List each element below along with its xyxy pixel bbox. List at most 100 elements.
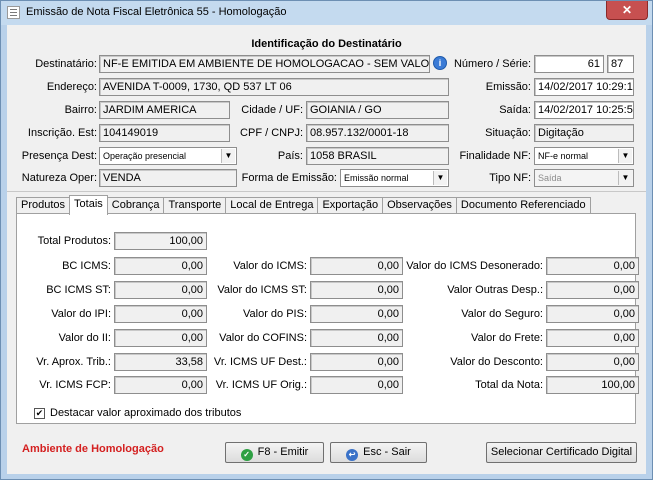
tab-transporte[interactable]: Transporte [163,197,227,214]
valor-icms-label: Valor do ICMS: [233,260,307,272]
tab-cobranca[interactable]: Cobrança [106,197,165,214]
emitir-button[interactable]: ✓ F8 - Emitir [225,442,324,463]
tab-local-entrega[interactable]: Local de Entrega [225,197,319,214]
valor-pis-label: Valor do PIS: [243,308,307,320]
valor-seguro-field[interactable]: 0,00 [546,305,639,323]
tipo-nf-label: Tipo NF: [489,172,531,184]
situacao-label: Situação: [485,127,531,139]
valor-pis-field[interactable]: 0,00 [310,305,403,323]
tipo-nf-value: Saída [538,173,562,183]
vr-icms-fcp-label: Vr. ICMS FCP: [39,379,111,391]
vr-icms-uf-dest-field[interactable]: 0,00 [310,353,403,371]
valor-seguro-label: Valor do Seguro: [461,308,543,320]
total-produtos-field[interactable]: 100,00 [114,232,207,250]
valor-desconto-label: Valor do Desconto: [450,356,543,368]
tab-strip: Produtos Totais Cobrança Transporte Loca… [16,195,591,215]
sair-button[interactable]: ↩ Esc - Sair [330,442,427,463]
chevron-down-icon[interactable]: ▼ [618,171,632,185]
vr-aprox-trib-label: Vr. Aprox. Trib.: [36,356,111,368]
inscricao-field[interactable]: 104149019 [99,124,230,142]
numero-field[interactable]: 61 [534,55,604,73]
vr-aprox-trib-field[interactable]: 33,58 [114,353,207,371]
title-bar[interactable]: Emissão de Nota Fiscal Eletrônica 55 - H… [1,1,652,25]
situacao-field[interactable]: Digitação [534,124,634,142]
destacar-checkbox[interactable]: ✔ [34,408,45,419]
chevron-down-icon[interactable]: ▼ [221,149,235,163]
app-document-icon [7,6,20,19]
tab-totais[interactable]: Totais [69,195,108,215]
vr-icms-uf-orig-field[interactable]: 0,00 [310,376,403,394]
info-icon[interactable]: i [433,56,447,70]
chevron-down-icon[interactable]: ▼ [618,149,632,163]
saida-field[interactable]: 14/02/2017 10:25:53 [534,101,634,119]
close-button[interactable]: ✕ [606,1,648,20]
cidade-uf-field[interactable]: GOIANIA / GO [306,101,449,119]
destacar-label: Destacar valor aproximado dos tributos [50,407,242,419]
endereco-field[interactable]: AVENIDA T-0009, 1730, QD 537 LT 06 [99,78,449,96]
certificado-button[interactable]: Selecionar Certificado Digital [486,442,637,463]
presenca-label: Presença Dest: [21,150,97,162]
valor-icms-st-label: Valor do ICMS ST: [217,284,307,296]
destinatario-field[interactable]: NF-E EMITIDA EM AMBIENTE DE HOMOLOGACAO … [99,55,430,73]
bairro-field[interactable]: JARDIM AMERICA [99,101,230,119]
check-circle-icon: ✓ [240,449,253,461]
header-divider [7,191,646,192]
valor-ipi-label: Valor do IPI: [51,308,111,320]
tab-produtos[interactable]: Produtos [16,197,71,214]
tipo-nf-select[interactable]: Saída ▼ [534,169,634,187]
natureza-field[interactable]: VENDA [99,169,237,187]
inscricao-label: Inscrição. Est: [27,127,97,139]
valor-ii-field[interactable]: 0,00 [114,329,207,347]
cidade-uf-label: Cidade / UF: [241,104,303,116]
forma-emissao-label: Forma de Emissão: [241,172,337,184]
valor-frete-label: Valor do Frete: [471,332,543,344]
valor-icms-st-field[interactable]: 0,00 [310,281,403,299]
cpf-cnpj-field[interactable]: 08.957.132/0001-18 [306,124,449,142]
numero-serie-label: Número / Série: [453,58,531,70]
finalidade-value: NF-e normal [538,151,589,161]
emitir-label: F8 - Emitir [257,446,309,458]
valor-outras-desp-field[interactable]: 0,00 [546,281,639,299]
valor-icms-desonerado-label: Valor do ICMS Desonerado: [406,260,543,272]
destinatario-label: Destinatário: [35,58,97,70]
valor-cofins-field[interactable]: 0,00 [310,329,403,347]
presenca-select[interactable]: Operação presencial ▼ [99,147,237,165]
cpf-cnpj-label: CPF / CNPJ: [240,127,303,139]
vr-icms-fcp-field[interactable]: 0,00 [114,376,207,394]
main-window: Emissão de Nota Fiscal Eletrônica 55 - H… [0,0,653,480]
forma-emissao-value: Emissão normal [344,173,409,183]
valor-cofins-label: Valor do COFINS: [219,332,307,344]
bc-icms-st-label: BC ICMS ST: [46,284,111,296]
valor-ii-label: Valor do II: [58,332,111,344]
tab-documento-referenciado[interactable]: Documento Referenciado [455,197,591,214]
tab-exportacao[interactable]: Exportação [317,197,384,214]
window-title: Emissão de Nota Fiscal Eletrônica 55 - H… [26,6,287,18]
finalidade-label: Finalidade NF: [459,150,531,162]
section-title: Identificação do Destinatário [251,38,402,50]
client-area: Identificação do Destinatário Destinatár… [7,25,646,474]
serie-field[interactable]: 87 [607,55,634,73]
valor-frete-field[interactable]: 0,00 [546,329,639,347]
bc-icms-st-field[interactable]: 0,00 [114,281,207,299]
chevron-down-icon[interactable]: ▼ [433,171,447,185]
valor-icms-desonerado-field[interactable]: 0,00 [546,257,639,275]
valor-ipi-field[interactable]: 0,00 [114,305,207,323]
vr-icms-uf-dest-label: Vr. ICMS UF Dest.: [213,356,307,368]
emissao-label: Emissão: [485,81,531,93]
bc-icms-label: BC ICMS: [62,260,111,272]
tab-observacoes[interactable]: Observações [382,197,457,214]
forma-emissao-select[interactable]: Emissão normal ▼ [340,169,449,187]
valor-outras-desp-label: Valor Outras Desp.: [447,284,543,296]
natureza-label: Natureza Oper: [21,172,97,184]
sair-label: Esc - Sair [363,446,411,458]
total-nota-field[interactable]: 100,00 [546,376,639,394]
endereco-label: Endereço: [46,81,97,93]
emissao-field[interactable]: 14/02/2017 10:29:16 [534,78,634,96]
pais-label: País: [277,150,303,162]
finalidade-select[interactable]: NF-e normal ▼ [534,147,634,165]
total-nota-label: Total da Nota: [475,379,543,391]
pais-field[interactable]: 1058 BRASIL [306,147,449,165]
bc-icms-field[interactable]: 0,00 [114,257,207,275]
valor-desconto-field[interactable]: 0,00 [546,353,639,371]
valor-icms-field[interactable]: 0,00 [310,257,403,275]
